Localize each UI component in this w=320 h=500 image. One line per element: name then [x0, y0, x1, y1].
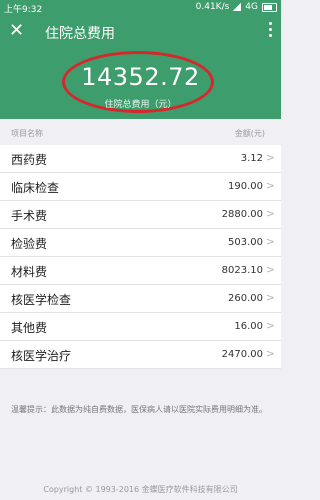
fee-amount: 503.00 — [228, 237, 263, 248]
list-header: 项目名称 金额(元) — [0, 119, 281, 145]
fee-list: 西药费 3.12 > 临床检查 190.00 > 手术费 2880.00 > 检… — [0, 145, 281, 369]
signal-icon — [233, 3, 242, 11]
fee-name: 检验费 — [11, 237, 48, 251]
more-vertical-icon[interactable] — [267, 22, 273, 37]
total-amount: 14352.72 — [81, 63, 200, 91]
chevron-right-icon: > — [265, 179, 275, 192]
fee-name: 核医学检查 — [11, 293, 72, 307]
total-summary: 14352.72 住院总费用（元） — [0, 48, 281, 119]
battery-icon — [262, 2, 277, 12]
chevron-right-icon: > — [265, 291, 275, 304]
header-amount: 金额(元) — [234, 129, 265, 138]
chevron-right-icon: > — [265, 235, 275, 248]
nav-bar: ✕ 住院总费用 — [0, 16, 281, 48]
chevron-right-icon: > — [265, 151, 275, 164]
copyright: Copyright © 1993-2016 金蝶医疗软件科技有限公司 — [43, 485, 238, 494]
fee-row[interactable]: 临床检查 190.00 > — [0, 173, 281, 201]
fee-name: 西药费 — [11, 153, 48, 167]
status-time: 上午9:32 — [4, 5, 43, 15]
fee-row[interactable]: 检验费 503.00 > — [0, 229, 281, 257]
chevron-right-icon: > — [265, 319, 275, 332]
fee-row[interactable]: 核医学检查 260.00 > — [0, 285, 281, 313]
fee-amount: 3.12 — [240, 153, 263, 164]
fee-amount: 16.00 — [234, 321, 263, 332]
network-speed: 0.41K/s — [195, 2, 230, 12]
chevron-right-icon: > — [265, 347, 275, 360]
fee-row[interactable]: 其他费 16.00 > — [0, 313, 281, 341]
fee-name: 核医学治疗 — [11, 349, 72, 363]
fee-name: 手术费 — [11, 209, 48, 223]
fee-amount: 190.00 — [228, 181, 263, 192]
close-icon[interactable]: ✕ — [9, 21, 24, 41]
fee-amount: 260.00 — [228, 293, 263, 304]
fee-row[interactable]: 材料费 8023.10 > — [0, 257, 281, 285]
chevron-right-icon: > — [265, 207, 275, 220]
fee-row[interactable]: 手术费 2880.00 > — [0, 201, 281, 229]
status-indicators: 0.41K/s 4G — [196, 2, 277, 12]
status-bar: 上午9:32 0.41K/s 4G — [0, 0, 281, 16]
network-type: 4G — [245, 2, 258, 12]
fee-amount: 2880.00 — [221, 209, 263, 220]
fee-name: 临床检查 — [11, 181, 60, 195]
page-title: 住院总费用 — [45, 26, 115, 42]
tip-text: 温馨提示：此数据为纯自费数据，医保病人请以医院实际费用明细为准。 — [11, 405, 267, 414]
total-label: 住院总费用（元） — [104, 100, 177, 110]
header-item-name: 项目名称 — [11, 129, 43, 138]
fee-row[interactable]: 核医学治疗 2470.00 > — [0, 341, 281, 369]
chevron-right-icon: > — [265, 263, 275, 276]
fee-name: 其他费 — [11, 321, 48, 335]
fee-row[interactable]: 西药费 3.12 > — [0, 145, 281, 173]
fee-amount: 2470.00 — [221, 349, 263, 360]
fee-amount: 8023.10 — [221, 265, 263, 276]
fee-name: 材料费 — [11, 265, 48, 279]
